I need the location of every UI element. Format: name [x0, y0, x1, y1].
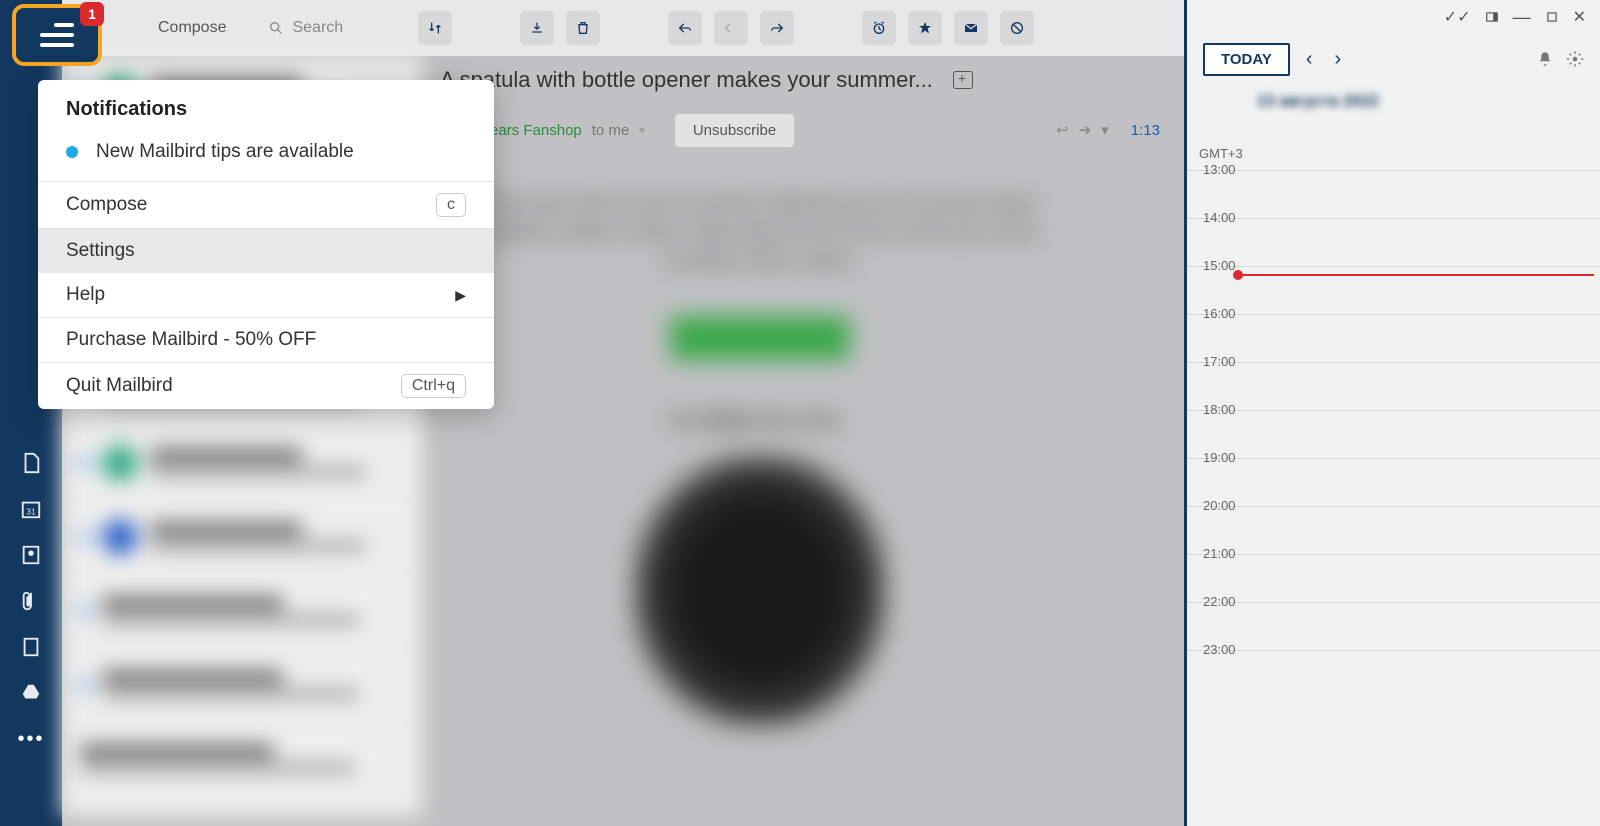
minimize-icon[interactable]: — — [1513, 7, 1531, 28]
forward-icon[interactable]: ➔ — [1079, 121, 1092, 139]
unsubscribe-button[interactable]: Unsubscribe — [675, 114, 794, 147]
notification-item[interactable]: New Mailbird tips are available — [38, 131, 494, 181]
mark-read-button[interactable] — [954, 11, 988, 45]
checkmark-icon[interactable]: ✓✓ — [1444, 7, 1471, 27]
archive-button[interactable] — [520, 11, 554, 45]
drive-icon[interactable] — [20, 682, 42, 704]
star-button[interactable] — [908, 11, 942, 45]
email-subject-bar: A spatula with bottle opener makes your … — [440, 60, 1160, 100]
document-icon[interactable] — [20, 636, 42, 658]
menu-item-purchase-mailbird-off[interactable]: Purchase Mailbird - 50% OFF — [38, 318, 494, 362]
calendar-hour-row[interactable]: 17:00 — [1187, 362, 1600, 410]
snooze-button[interactable] — [862, 11, 896, 45]
email-header: icago Bears Fanshop to me ▾ Unsubscribe … — [440, 108, 1160, 152]
cta-button[interactable] — [670, 316, 850, 360]
hour-label: 18:00 — [1203, 402, 1236, 417]
search-placeholder: Search — [292, 19, 343, 37]
next-day-button[interactable]: › — [1329, 48, 1348, 71]
calendar-hour-row[interactable]: 16:00 — [1187, 314, 1600, 362]
timezone-label: GMT+3 — [1199, 146, 1243, 161]
close-icon[interactable]: ✕ — [1573, 7, 1586, 27]
file-icon[interactable] — [20, 452, 42, 474]
calendar-hour-row[interactable]: 23:00 — [1187, 650, 1600, 698]
calendar-hour-row[interactable]: 19:00 — [1187, 458, 1600, 506]
spam-button[interactable] — [1000, 11, 1034, 45]
calendar-hour-row[interactable]: 13:00 — [1187, 170, 1600, 218]
maximize-icon[interactable] — [1545, 10, 1559, 24]
calendar-icon[interactable]: 31 — [20, 498, 42, 520]
reply-icon[interactable]: ↩ — [1056, 121, 1069, 139]
more-icon[interactable]: ••• — [17, 728, 44, 751]
menu-item-settings[interactable]: Settings — [38, 229, 494, 273]
menu-item-label: Purchase Mailbird - 50% OFF — [66, 329, 316, 351]
menu-item-quit-mailbird[interactable]: Quit Mailbird Ctrl+q — [38, 363, 494, 409]
hour-label: 16:00 — [1203, 306, 1236, 321]
move-to-folder-icon[interactable] — [953, 71, 973, 89]
notification-text: New Mailbird tips are available — [96, 141, 354, 163]
body-subheading: You Might Also Like... — [667, 410, 852, 431]
current-time-dot — [1233, 270, 1243, 280]
hour-label: 21:00 — [1203, 546, 1236, 561]
hour-label: 19:00 — [1203, 450, 1236, 465]
calendar-grid[interactable]: 13:0014:0015:0016:0017:0018:0019:0020:00… — [1187, 170, 1600, 826]
window-titlebar: ✓✓ — ✕ — [1187, 0, 1600, 34]
menu-item-label: Help — [66, 284, 105, 306]
calendar-hour-row[interactable]: 22:00 — [1187, 602, 1600, 650]
hour-label: 23:00 — [1203, 642, 1236, 657]
sort-button[interactable] — [418, 11, 452, 45]
compose-button[interactable]: Compose — [144, 15, 240, 41]
hamburger-button[interactable]: 1 — [12, 4, 102, 66]
contacts-icon[interactable] — [20, 544, 42, 566]
menu-item-label: Compose — [66, 194, 147, 216]
email-body: Lorem ipsum dolor sit amet consectetur a… — [440, 160, 1080, 780]
submenu-arrow-icon: ▶ — [455, 287, 466, 304]
notification-badge: 1 — [80, 2, 104, 26]
menu-item-compose[interactable]: Compose c — [38, 182, 494, 228]
calendar-hour-row[interactable]: 20:00 — [1187, 506, 1600, 554]
more-actions-icon[interactable]: ▾ — [1101, 121, 1109, 139]
calendar-hour-row[interactable]: 21:00 — [1187, 554, 1600, 602]
panel-toggle-icon[interactable] — [1485, 10, 1499, 24]
attachment-icon[interactable] — [20, 590, 42, 612]
bell-icon[interactable] — [1536, 50, 1554, 68]
recipient-label: to me — [592, 122, 630, 139]
menu-item-label: Settings — [66, 240, 135, 262]
email-time: 1:13 — [1131, 122, 1160, 139]
hour-label: 22:00 — [1203, 594, 1236, 609]
chevron-down-icon[interactable]: ▾ — [639, 124, 645, 137]
email-subject: A spatula with bottle opener makes your … — [440, 67, 933, 93]
hour-label: 15:00 — [1203, 258, 1236, 273]
gear-icon[interactable] — [1566, 50, 1584, 68]
current-time-line — [1237, 274, 1594, 276]
menu-shortcut: Ctrl+q — [401, 374, 466, 398]
menu-item-help[interactable]: Help ▶ — [38, 273, 494, 317]
menu-shortcut: c — [436, 193, 466, 217]
hour-label: 20:00 — [1203, 498, 1236, 513]
menu-item-label: Quit Mailbird — [66, 375, 173, 397]
calendar-header: TODAY ‹ › — [1187, 34, 1600, 84]
calendar-panel: ✓✓ — ✕ TODAY ‹ › 13 августа 2022 GMT+3 1… — [1184, 0, 1600, 826]
reply-button[interactable] — [668, 11, 702, 45]
svg-text:31: 31 — [26, 508, 36, 517]
hour-label: 13:00 — [1203, 162, 1236, 177]
product-image — [630, 451, 890, 731]
menu-header: Notifications — [38, 80, 494, 131]
forward-button[interactable] — [760, 11, 794, 45]
hour-label: 17:00 — [1203, 354, 1236, 369]
delete-button[interactable] — [566, 11, 600, 45]
search-input[interactable]: Search — [258, 13, 398, 43]
today-button[interactable]: TODAY — [1203, 43, 1290, 76]
hamburger-menu-popup: Notifications New Mailbird tips are avai… — [38, 80, 494, 409]
notification-dot-icon — [66, 146, 78, 158]
calendar-hour-row[interactable]: 14:00 — [1187, 218, 1600, 266]
search-icon — [268, 20, 284, 36]
prev-day-button[interactable]: ‹ — [1300, 48, 1319, 71]
calendar-date: 13 августа 2022 — [1187, 84, 1600, 120]
reply-all-button[interactable] — [714, 11, 748, 45]
calendar-hour-row[interactable]: 18:00 — [1187, 410, 1600, 458]
hour-label: 14:00 — [1203, 210, 1236, 225]
